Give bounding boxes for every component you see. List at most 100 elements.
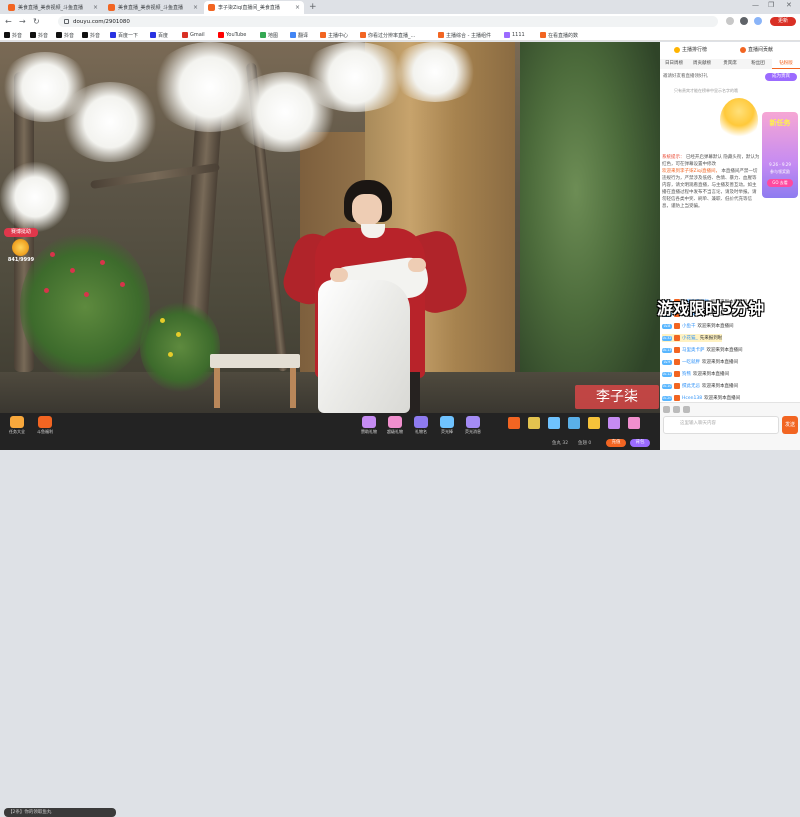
close-window-icon[interactable]: ✕ — [786, 1, 792, 9]
promo-overlay-text: 游戏限时5分钟 — [657, 299, 765, 318]
red-flower — [84, 292, 89, 297]
gift-button[interactable]: 荧光消息 — [462, 416, 484, 436]
chat-nickname[interactable]: 小花猫_ — [682, 335, 698, 341]
new-tab-icon[interactable]: + — [309, 2, 317, 12]
back-icon[interactable]: ← — [5, 16, 12, 27]
gift-item-icon[interactable] — [548, 417, 560, 429]
bookmark-item[interactable]: 抖音 — [30, 31, 48, 39]
bookmark-item[interactable]: 百度 — [150, 31, 168, 39]
chat-nickname[interactable]: 一吃就胖 — [682, 359, 700, 365]
chat-nickname[interactable]: 撰此无忌 — [682, 383, 700, 389]
tab-sub-0[interactable]: 日日周榜 — [660, 59, 688, 69]
bookmarks-bar: 抖音 抖音 抖音 抖音 百度一下 百度 Gmail YouTube 地图 翻译 主播中心 你看过分辨率… — [0, 29, 800, 41]
chat-input[interactable]: 这里输入聊天内容 — [663, 416, 779, 434]
minimize-icon[interactable]: — — [752, 1, 759, 9]
tab-sub-1[interactable]: 周贡献榜 — [688, 59, 716, 69]
gift-button[interactable]: 赞助礼物 — [358, 416, 380, 436]
system-notice: 系统提示： 已经开启弹幕默认 隐藏头衔，默认为红色，可在弹幕设置中修改 欢迎来到… — [660, 154, 762, 210]
close-tab-icon[interactable]: × — [295, 4, 300, 11]
bookmark-item[interactable]: 主播中心 — [320, 31, 348, 39]
fish-ball-count: 鱼丸 32 — [552, 441, 569, 446]
gift-item-icon[interactable] — [588, 417, 600, 429]
bookmark-label: 在看直播的数 — [548, 32, 579, 39]
bookmark-item[interactable]: 翻译 — [290, 31, 308, 39]
chat-nickname[interactable]: 马里奥卡萨 — [682, 347, 705, 353]
send-button[interactable]: 发送 — [782, 416, 798, 434]
bookmark-label: 抖音 — [64, 32, 75, 39]
bookmark-label: YouTube — [226, 32, 247, 38]
table-leg — [290, 368, 296, 408]
event-promo-button[interactable]: GO 去看 — [767, 179, 793, 187]
gift-button[interactable]: 礼物名 — [410, 416, 432, 436]
bookmark-item[interactable]: 地图 — [260, 31, 278, 39]
tab-room-contribution[interactable]: 直播间贡献 — [740, 46, 773, 53]
bookmark-label: 抖音 — [12, 32, 23, 39]
welfare-button[interactable]: 斗鱼福利 — [34, 416, 56, 436]
gift-item-icon[interactable] — [508, 417, 520, 429]
fish-ball-notice[interactable]: 【2条】你的领取鱼丸 — [4, 808, 116, 817]
gift-label: 赞助礼物 — [361, 429, 377, 434]
chat-panel[interactable]: 系统提示： 已经开启弹幕默认 隐藏头衔，默认为红色，可在弹幕设置中修改 欢迎来到… — [660, 150, 762, 416]
bookmark-item[interactable]: 主播综合 - 主播组件 — [438, 31, 491, 39]
fan-badge-icon — [674, 371, 680, 377]
chat-nickname[interactable]: 狗熊 — [682, 371, 691, 377]
woman-face — [352, 194, 382, 226]
bookmark-item[interactable]: 你看过分辨率直播_... — [360, 31, 415, 39]
bookmark-item[interactable]: YouTube — [218, 31, 246, 39]
event-promo-card[interactable]: 新任务 9.26 - 9.29 参与领奖励 GO 去看 — [762, 112, 798, 198]
extension-icon[interactable] — [726, 17, 734, 25]
forward-icon[interactable]: → — [19, 16, 26, 27]
backpack-button[interactable]: 背包 — [630, 439, 650, 447]
gift-item-icon[interactable] — [528, 417, 540, 429]
tab-sub-2[interactable]: 贵宾席 — [716, 59, 744, 69]
maximize-icon[interactable]: ❐ — [768, 1, 774, 9]
gift-item-icon[interactable] — [568, 417, 580, 429]
recharge-button[interactable]: 充值 — [606, 439, 626, 447]
emoji-icon[interactable] — [663, 406, 670, 413]
close-tab-icon[interactable]: × — [93, 4, 98, 11]
chat-nickname[interactable]: Hcen138 — [682, 396, 702, 401]
bookmark-item[interactable]: 抖音 — [4, 31, 22, 39]
become-vip-button[interactable]: 成为贵宾 — [765, 73, 797, 81]
address-bar[interactable]: douyu.com/2901080 — [58, 16, 718, 27]
douyu-favicon-icon — [208, 4, 215, 11]
bookmark-item[interactable]: 抖音 — [82, 31, 100, 39]
bookmark-item[interactable]: 1111 — [504, 31, 525, 39]
update-button[interactable]: 更新 — [770, 17, 796, 26]
bookmark-label: Gmail — [190, 32, 205, 38]
bookmark-item[interactable]: 抖音 — [56, 31, 74, 39]
chat-nickname[interactable]: 小鱼干 — [682, 323, 696, 329]
bookmark-favicon-icon — [182, 32, 188, 38]
browser-tab-1[interactable]: 美食直播_美食视频_斗鱼直播 × — [4, 1, 102, 14]
browser-tab-3[interactable]: 李子柒Ziqi直播间_美食直播 × — [204, 1, 304, 14]
tab-sub-3[interactable]: 粉丝团 — [744, 59, 772, 69]
tab-anchor-rank[interactable]: 主播排行榜 — [674, 46, 707, 53]
tab-title: 美食直播_美食视频_斗鱼直播 — [18, 5, 84, 11]
color-danmu-icon[interactable] — [683, 406, 690, 413]
task-center-button[interactable]: 任务大全 — [6, 416, 28, 436]
gift-item-icon[interactable] — [608, 417, 620, 429]
video-player[interactable]: 赛博挺助 841/9999 李子柒 — [0, 42, 660, 413]
activity-badge[interactable]: 赛博挺助 841/9999 — [4, 228, 38, 268]
bookmark-item[interactable]: Gmail — [182, 31, 205, 39]
browser-tab-2[interactable]: 美食直播_美食视频_斗鱼直播 × — [104, 1, 202, 14]
gift-label: 斗鱼福利 — [37, 429, 53, 434]
extensions-puzzle-icon[interactable] — [740, 17, 748, 25]
level-badge: LV.13 — [662, 347, 672, 353]
gift-item-icon[interactable] — [628, 417, 640, 429]
close-tab-icon[interactable]: × — [193, 4, 198, 11]
invite-row: 邀请好友看直播领好礼 成为贵宾 — [663, 73, 797, 82]
bookmark-item[interactable]: 在看直播的数 — [540, 31, 578, 39]
tab-sub-4[interactable]: 钻粉版 — [772, 59, 800, 69]
bookmark-item[interactable]: 百度一下 — [110, 31, 138, 39]
gift-button[interactable]: 荧光棒 — [436, 416, 458, 436]
gift-button[interactable]: 超级礼物 — [384, 416, 406, 436]
bookmark-label: 地图 — [268, 32, 279, 39]
fan-badge-icon[interactable] — [673, 406, 680, 413]
reload-icon[interactable]: ↻ — [33, 16, 40, 27]
flower-bush — [140, 302, 220, 392]
profile-avatar-icon[interactable] — [754, 17, 762, 25]
red-flower — [120, 282, 125, 287]
welfare-icon — [38, 416, 52, 428]
yellow-flower — [168, 352, 173, 357]
